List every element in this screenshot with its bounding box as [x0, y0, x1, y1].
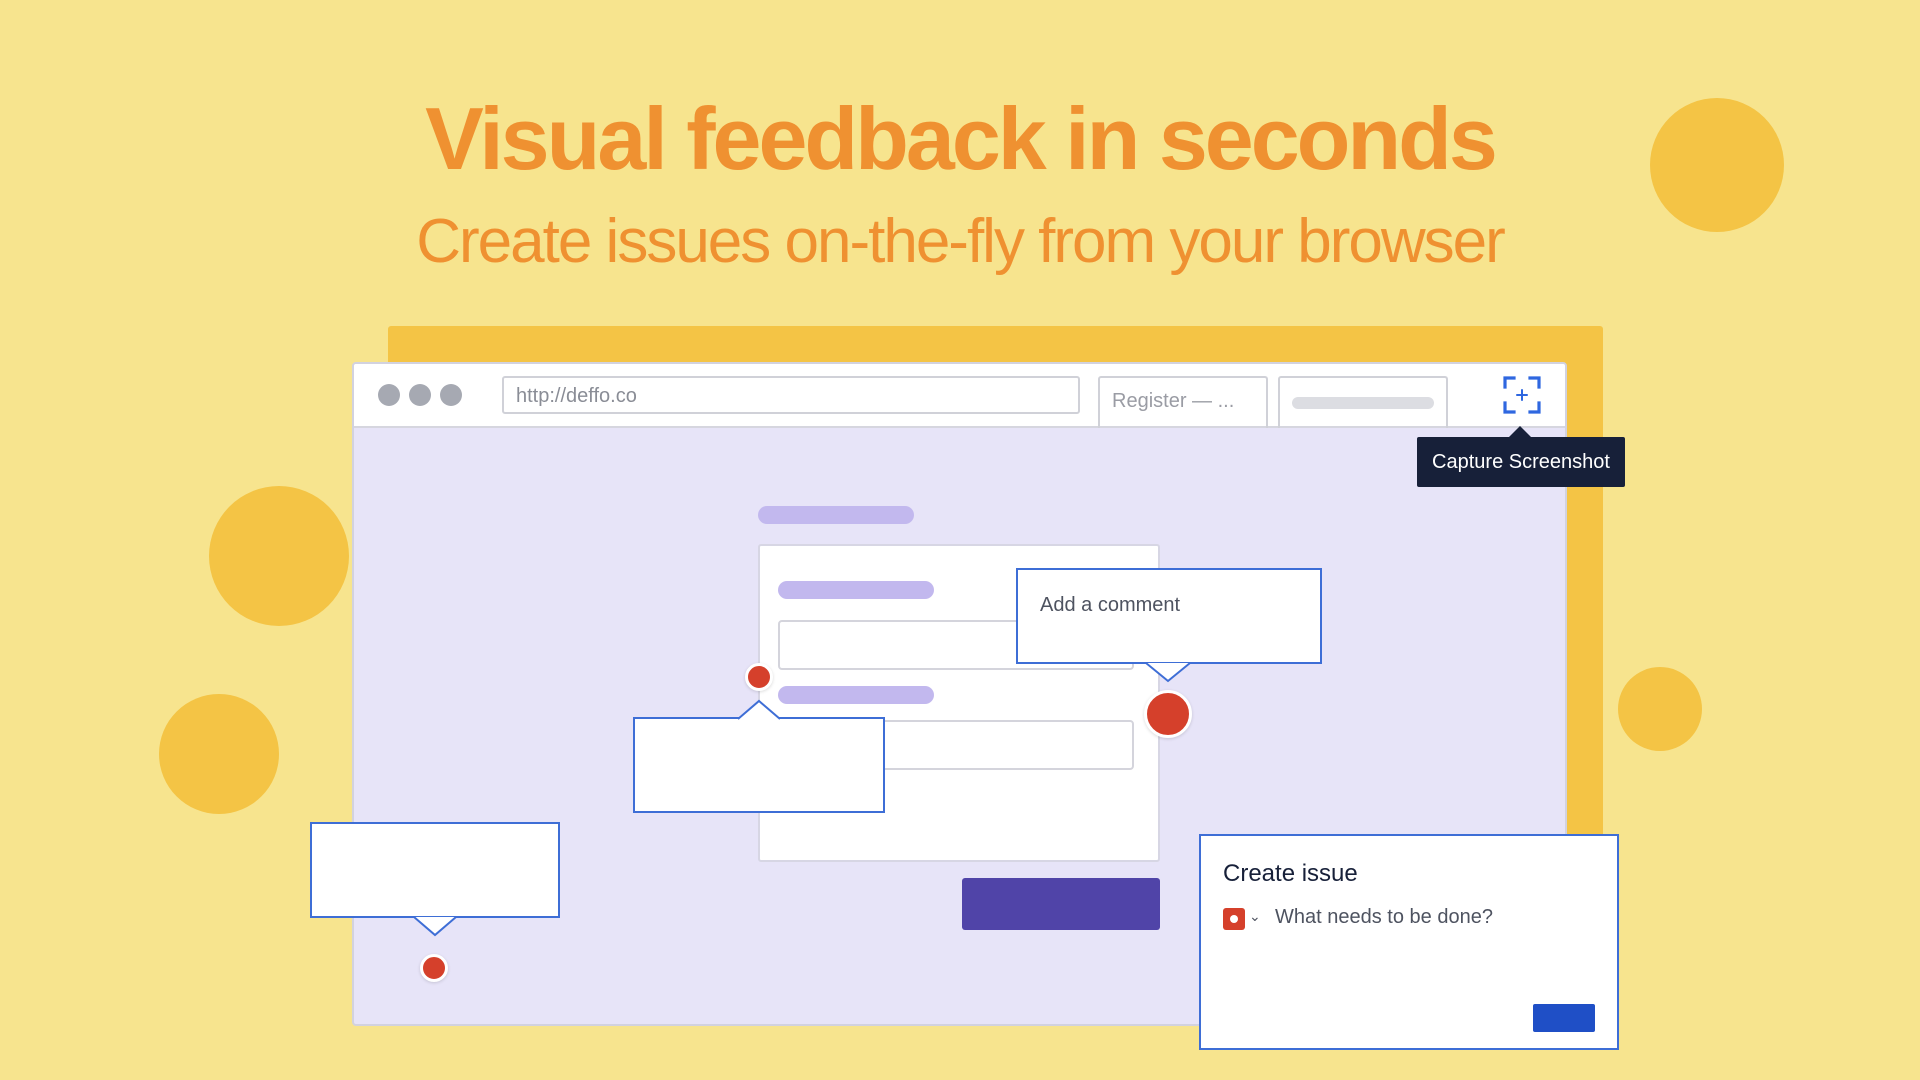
- address-bar[interactable]: http://deffo.co: [502, 376, 1080, 414]
- annotation-bubble-middle[interactable]: [633, 717, 885, 813]
- form-submit-button[interactable]: [962, 878, 1160, 930]
- feedback-marker-large[interactable]: [1144, 690, 1192, 738]
- browser-toolbar: http://deffo.co Register — ...: [354, 364, 1565, 428]
- create-issue-button[interactable]: [1533, 1004, 1595, 1032]
- decorative-circle-left-lower: [159, 694, 279, 814]
- comment-bubble[interactable]: Add a comment: [1016, 568, 1322, 664]
- headline: Visual feedback in seconds: [425, 89, 1498, 188]
- subheadline: Create issues on-the-fly from your brows…: [416, 207, 1506, 276]
- capture-screenshot-icon[interactable]: [1502, 375, 1542, 415]
- window-maximize-dot[interactable]: [440, 384, 462, 406]
- feedback-marker-left[interactable]: [420, 954, 448, 982]
- window-close-dot[interactable]: [378, 384, 400, 406]
- comment-input[interactable]: Add a comment: [1040, 594, 1180, 617]
- capture-screenshot-tooltip: Capture Screenshot: [1417, 437, 1625, 487]
- tab-blank[interactable]: [1278, 376, 1448, 428]
- comment-bubble-tail: [1145, 662, 1191, 683]
- form-heading-placeholder: [758, 506, 914, 524]
- tab-title-placeholder: [1292, 397, 1434, 409]
- window-minimize-dot[interactable]: [409, 384, 431, 406]
- create-issue-title: Create issue: [1223, 860, 1358, 887]
- bug-icon[interactable]: [1223, 908, 1245, 930]
- tab-register[interactable]: Register — ...: [1098, 376, 1268, 428]
- issue-summary-input[interactable]: What needs to be done?: [1275, 906, 1493, 929]
- annotation-bubble-middle-tail: [737, 699, 781, 720]
- annotation-bubble-left-tail: [413, 916, 457, 937]
- feedback-marker-middle[interactable]: [745, 663, 773, 691]
- decorative-circle-top-right: [1650, 98, 1784, 232]
- chevron-down-icon[interactable]: ⌄: [1249, 908, 1261, 925]
- field-label-placeholder-2: [778, 686, 934, 704]
- annotation-bubble-left[interactable]: [310, 822, 560, 918]
- field-label-placeholder-1: [778, 581, 934, 599]
- decorative-circle-left-upper: [209, 486, 349, 626]
- create-issue-dialog: Create issue ⌄ What needs to be done?: [1199, 834, 1619, 1050]
- decorative-circle-right: [1618, 667, 1702, 751]
